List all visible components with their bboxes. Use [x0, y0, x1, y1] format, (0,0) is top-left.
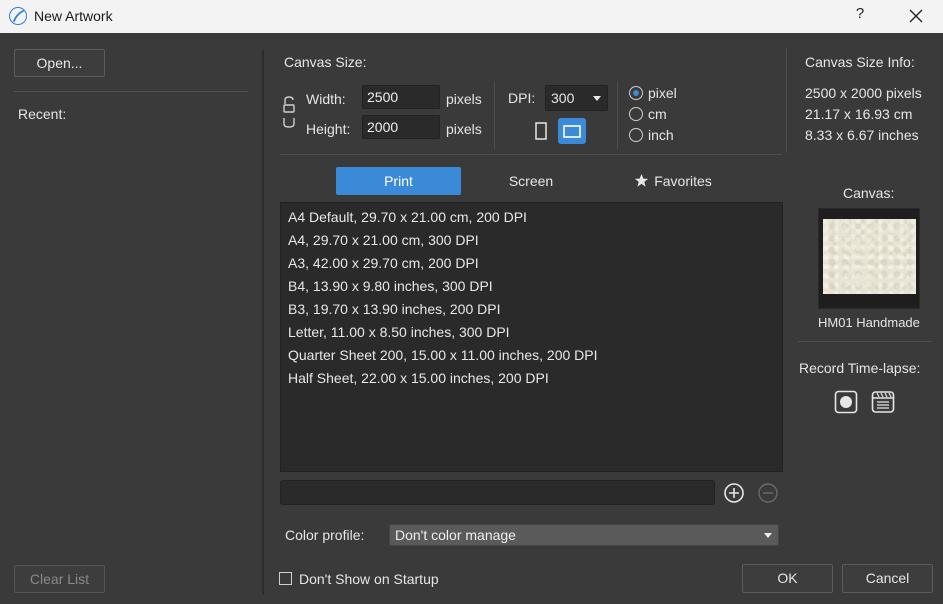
preset-list[interactable]: A4 Default, 29.70 x 21.00 cm, 200 DPI A4… — [280, 202, 783, 472]
unit-cm-label: cm — [648, 106, 667, 122]
record-timelapse-button[interactable] — [834, 390, 858, 414]
tab-screen[interactable]: Screen — [470, 167, 592, 195]
star-icon — [635, 173, 649, 187]
height-label: Height: — [306, 121, 351, 137]
divider — [798, 341, 932, 342]
clapperboard-icon — [871, 391, 895, 413]
portrait-icon — [535, 122, 547, 140]
panel-splitter[interactable] — [262, 50, 264, 595]
help-button[interactable]: ? — [848, 5, 872, 27]
paper-texture-thumbnail — [823, 219, 916, 294]
list-item[interactable]: A4, 29.70 x 21.00 cm, 300 DPI — [281, 229, 782, 252]
width-label: Width: — [306, 91, 346, 107]
unit-pixel-label: pixel — [648, 85, 677, 101]
close-button[interactable] — [904, 5, 928, 27]
list-item[interactable]: Quarter Sheet 200, 15.00 x 11.00 inches,… — [281, 344, 782, 367]
tab-print[interactable]: Print — [336, 167, 461, 195]
radio-button[interactable] — [629, 107, 643, 121]
landscape-icon — [563, 124, 581, 138]
ok-button[interactable]: OK — [742, 564, 833, 593]
dialog-body: Open... Recent: Clear List Canvas Size: … — [0, 33, 943, 604]
radio-button[interactable] — [629, 128, 643, 142]
open-button[interactable]: Open... — [14, 49, 105, 77]
paper-name: HM01 Handmade — [818, 315, 920, 330]
tab-favorites-label: Favorites — [654, 173, 712, 189]
chevron-down-icon — [764, 533, 772, 538]
divider — [786, 48, 787, 153]
divider — [280, 154, 782, 155]
list-item[interactable]: B4, 13.90 x 9.80 inches, 300 DPI — [281, 275, 782, 298]
clear-list-button[interactable]: Clear List — [14, 565, 105, 593]
unit-cm-radio[interactable]: cm — [629, 106, 667, 122]
dpi-select[interactable]: 300 — [545, 85, 608, 111]
timelapse-export-button[interactable] — [871, 390, 895, 414]
canvas-paper-selector[interactable] — [818, 208, 920, 309]
canvas-heading: Canvas: — [843, 185, 895, 201]
height-unit: pixels — [446, 121, 482, 137]
app-logo-icon — [9, 7, 27, 25]
info-pixels: 2500 x 2000 pixels — [805, 85, 922, 101]
unit-pixel-radio[interactable]: pixel — [629, 85, 677, 101]
list-item[interactable]: Letter, 11.00 x 8.50 inches, 300 DPI — [281, 321, 782, 344]
preset-name-input[interactable] — [280, 480, 715, 505]
plus-circle-icon — [724, 483, 744, 503]
unit-inch-radio[interactable]: inch — [629, 127, 674, 143]
color-profile-select[interactable]: Don't color manage — [389, 524, 779, 546]
list-item[interactable]: A4 Default, 29.70 x 21.00 cm, 200 DPI — [281, 206, 782, 229]
remove-preset-button[interactable] — [757, 482, 779, 504]
landscape-button[interactable] — [558, 118, 586, 144]
info-inches: 8.33 x 6.67 inches — [805, 127, 919, 143]
divider — [494, 81, 495, 149]
color-profile-value: Don't color manage — [395, 527, 516, 543]
timelapse-heading: Record Time-lapse: — [799, 360, 921, 376]
divider — [617, 81, 618, 149]
width-input[interactable]: 2500 — [362, 85, 440, 109]
record-icon — [834, 390, 858, 414]
window-title: New Artwork — [34, 8, 113, 24]
radio-button[interactable] — [629, 86, 643, 100]
unit-inch-label: inch — [648, 127, 674, 143]
canvas-size-heading: Canvas Size: — [284, 54, 367, 70]
list-item[interactable]: Half Sheet, 22.00 x 15.00 inches, 200 DP… — [281, 367, 782, 390]
add-preset-button[interactable] — [723, 482, 745, 504]
title-bar: New Artwork ? — [0, 0, 943, 33]
recent-label: Recent: — [18, 106, 67, 122]
canvas-info-heading: Canvas Size Info: — [805, 54, 915, 70]
close-icon — [909, 9, 923, 23]
dpi-label: DPI: — [508, 90, 536, 106]
list-item[interactable]: A3, 42.00 x 29.70 cm, 200 DPI — [281, 252, 782, 275]
chevron-down-icon — [593, 96, 601, 101]
divider — [14, 91, 248, 92]
tab-favorites[interactable]: Favorites — [610, 167, 736, 195]
info-cm: 21.17 x 16.93 cm — [805, 106, 913, 122]
dont-show-label[interactable]: Don't Show on Startup — [299, 571, 439, 587]
list-item[interactable]: B3, 19.70 x 13.90 inches, 200 DPI — [281, 298, 782, 321]
dpi-value: 300 — [551, 90, 575, 106]
width-unit: pixels — [446, 91, 482, 107]
portrait-button[interactable] — [527, 118, 555, 144]
cancel-button[interactable]: Cancel — [842, 564, 933, 593]
color-profile-label: Color profile: — [285, 527, 365, 543]
aspect-lock-icon[interactable] — [283, 96, 295, 128]
dont-show-checkbox[interactable] — [279, 572, 292, 585]
height-input[interactable]: 2000 — [362, 115, 440, 139]
minus-circle-icon — [758, 483, 778, 503]
